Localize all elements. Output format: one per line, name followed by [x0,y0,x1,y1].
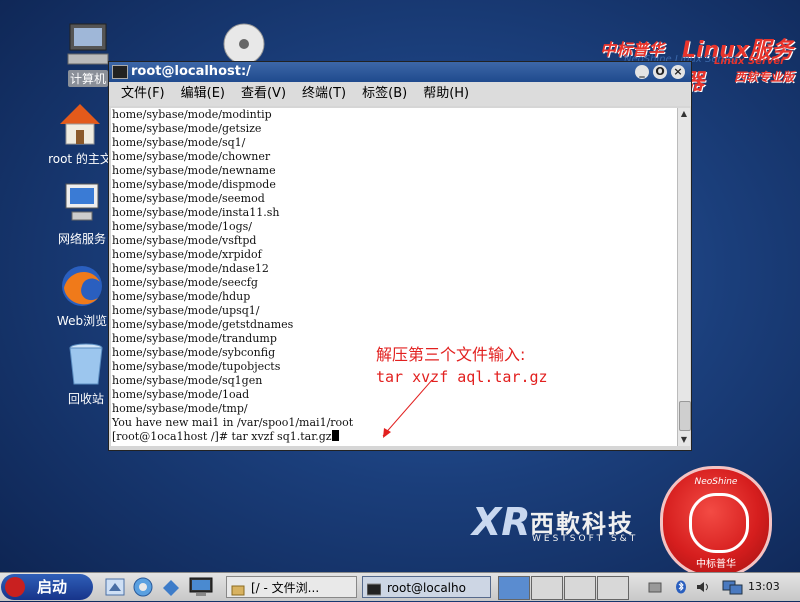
network-browser-icon[interactable] [132,576,154,598]
tray-icon[interactable] [648,579,662,593]
start-label: 启动 [37,578,68,596]
start-logo-icon [5,577,25,597]
workspace-3[interactable] [564,576,596,600]
folder-icon [231,581,245,596]
xr-en: WESTSOFT S&T [532,534,639,544]
workspace-1[interactable] [498,576,530,600]
volume-icon[interactable] [696,579,710,593]
neo-emblem [689,493,749,553]
neo-bottom: 中标普华 [696,559,736,570]
westsoft-logo: XR 西軟科技 WESTSOFT S&T [472,500,662,550]
task-file-browser[interactable]: [/ - 文件浏... [226,576,357,598]
task-terminal[interactable]: root@localho [362,576,491,598]
start-button[interactable]: 启动 [1,574,93,600]
network-status-icon[interactable] [722,579,744,595]
terminal-icon [366,581,382,596]
mail-icon[interactable] [160,576,182,598]
workspace-2[interactable] [531,576,563,600]
xr-mark: XR [472,500,531,544]
neo-top: NeoShine [694,477,738,487]
taskbar: 启动 [/ - 文件浏... root@localho 13:03 [0,572,800,601]
task-label: [/ - 文件浏... [251,581,320,595]
bluetooth-icon[interactable] [674,579,688,594]
workspace-4[interactable] [597,576,629,600]
monitor-icon[interactable] [188,576,213,598]
clock[interactable]: 13:03 [748,573,780,601]
task-label: root@localho [387,581,466,595]
show-desktop-icon[interactable] [104,576,126,598]
neoshine-logo: NeoShine 中标普华 [660,466,772,578]
